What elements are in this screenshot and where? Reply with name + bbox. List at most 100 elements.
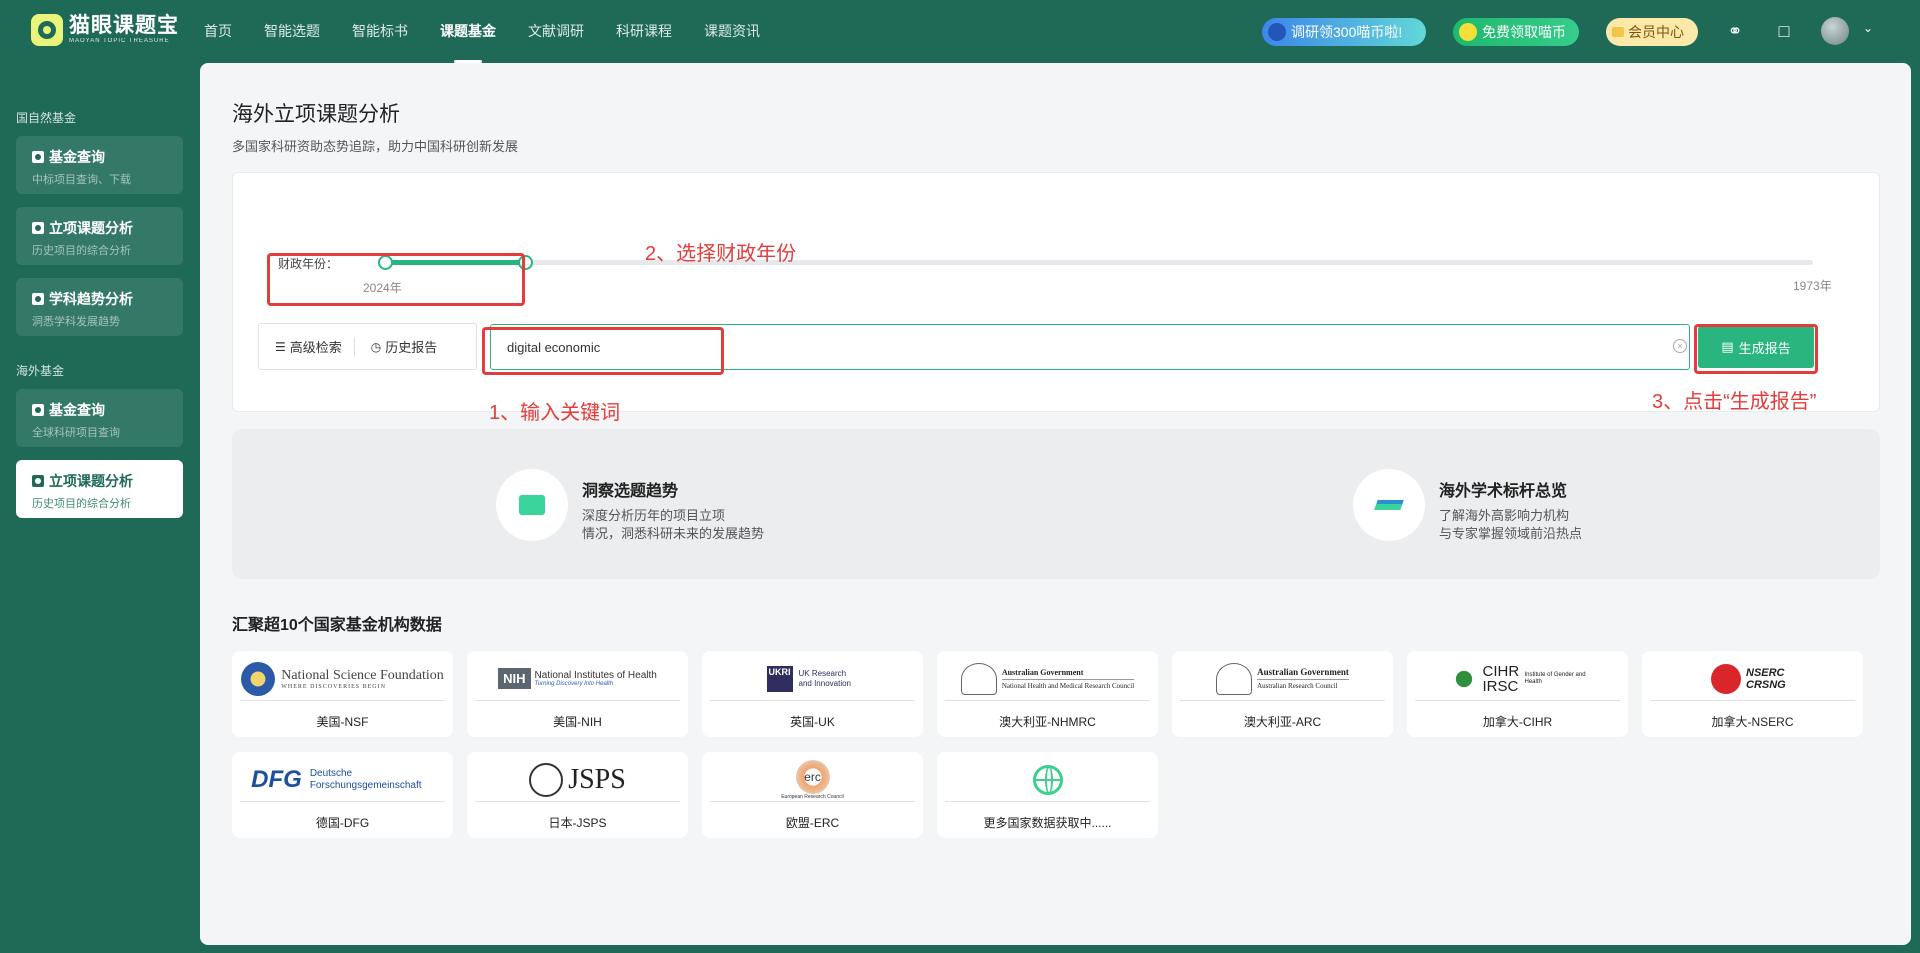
sidebar-group-nsfc: 国自然基金 <box>16 111 77 125</box>
institution-card-arc[interactable]: Australian Government Australian Researc… <box>1172 651 1393 737</box>
coin-icon <box>1268 23 1286 41</box>
cihr-leaf-icon <box>1448 665 1479 692</box>
institution-card-nhmrc[interactable]: Australian Government National Health an… <box>937 651 1158 737</box>
institution-caption: 日本-JSPS <box>548 816 607 830</box>
clear-icon[interactable]: × <box>1673 339 1687 353</box>
institution-logo-sub: WHERE DISCOVERIES BEGIN <box>281 683 386 690</box>
institution-card-dfg[interactable]: DFG Deutsche Forschungsgemeinschaft 德国-D… <box>232 752 453 838</box>
institution-logo-sub: National Health and Medical Research Cou… <box>1001 678 1135 690</box>
presentation-chart-icon <box>496 469 568 541</box>
coat-of-arms-icon <box>960 662 997 695</box>
fiscal-year-slider-track[interactable] <box>385 260 1813 265</box>
sidebar-item-label: 立项课题分析 <box>49 473 133 489</box>
features-panel: 洞察选题趋势 深度分析历年的项目立项 情况，洞悉科研未来的发展趋势 海外学术标杆… <box>232 429 1880 579</box>
nav-literature-research[interactable]: 文献调研 <box>528 0 584 63</box>
logo-subtitle: MAOYAN TOPIC TREASURE <box>69 37 170 44</box>
institution-caption: 澳大利亚-NHMRC <box>999 715 1096 729</box>
sidebar-item-project-analysis-overseas[interactable]: 立项课题分析 历史项目的综合分析 <box>16 460 183 518</box>
free-coin-button[interactable]: 免费领取喵币 <box>1453 18 1579 46</box>
headset-icon[interactable]: ⚭ <box>1724 20 1746 42</box>
coin-icon <box>1459 23 1477 41</box>
institution-logo-text: NSERC CRSNG <box>1746 666 1786 691</box>
nav-topic-fund[interactable]: 课题基金 <box>440 0 496 63</box>
institution-logo-text: UK Research and Innovation <box>798 668 852 688</box>
institution-logo-text: National Institutes of Health <box>534 670 657 681</box>
main-panel: 海外立项课题分析 多国家科研资助态势追踪，助力中国科研创新发展 财政年份： 20… <box>200 63 1911 945</box>
nav-topic-news[interactable]: 课题资讯 <box>704 0 760 63</box>
top-navigation-bar: 猫眼课题宝 MAOYAN TOPIC TREASURE 首页 智能选题 智能标书… <box>0 0 1920 63</box>
nsf-logo <box>241 661 276 696</box>
app-logo[interactable]: 猫眼课题宝 MAOYAN TOPIC TREASURE <box>31 14 179 46</box>
search-icon <box>32 404 44 416</box>
institution-caption: 美国-NIH <box>553 715 602 729</box>
chart-icon <box>32 475 44 487</box>
sidebar-item-project-analysis-nsfc[interactable]: 立项课题分析 历史项目的综合分析 <box>16 207 183 265</box>
institution-caption: 欧盟-ERC <box>785 816 840 830</box>
sidebar-item-desc: 全球科研项目查询 <box>32 427 120 439</box>
sidebar-item-fund-query-overseas[interactable]: 基金查询 全球科研项目查询 <box>16 389 183 447</box>
chart-icon <box>32 222 44 234</box>
feature-title: 海外学术标杆总览 <box>1439 483 1568 500</box>
institution-caption: 加拿大-NSERC <box>1711 715 1794 729</box>
globe-icon <box>1032 764 1063 795</box>
institution-logo-text: National Science Foundation <box>281 667 444 683</box>
avatar[interactable] <box>1821 17 1849 45</box>
promo-label: 会员中心 <box>1628 24 1684 40</box>
advanced-search-button[interactable]: ☰ 高级检索 <box>259 324 342 369</box>
institution-card-ukri[interactable]: UKRI UK Research and Innovation 英国-UK <box>702 651 923 737</box>
cat-logo-icon <box>31 14 63 46</box>
sidebar-item-label: 学科趋势分析 <box>49 291 133 307</box>
institution-logo-text: JSPS <box>568 763 626 795</box>
nav-research-courses[interactable]: 科研课程 <box>616 0 672 63</box>
sidebar-item-fund-query-nsfc[interactable]: 基金查询 中标项目查询、下载 <box>16 136 183 194</box>
filter-list-icon: ☰ <box>275 339 286 354</box>
sidebar-item-label: 基金查询 <box>49 149 105 165</box>
annotation-box-keyword <box>482 327 724 375</box>
institution-caption: 德国-DFG <box>315 816 370 830</box>
member-center-button[interactable]: 会员中心 <box>1606 18 1698 46</box>
nih-logo: NIH <box>498 668 531 689</box>
search-icon <box>32 151 44 163</box>
institution-caption: 美国-NSF <box>316 715 369 729</box>
nav-smart-proposal[interactable]: 智能标书 <box>352 0 408 63</box>
nav-smart-topic[interactable]: 智能选题 <box>264 0 320 63</box>
promo-label: 免费领取喵币 <box>1482 24 1566 40</box>
sidebar-item-desc: 中标项目查询、下载 <box>32 174 131 186</box>
search-tools: ☰ 高级检索 ◷ 历史报告 <box>258 323 477 370</box>
fiscal-year-max-label: 1973年 <box>1793 279 1832 293</box>
sidebar-group-overseas: 海外基金 <box>16 364 65 378</box>
institution-logo-text: Australian Government <box>1001 667 1084 677</box>
nav-home[interactable]: 首页 <box>204 0 232 63</box>
institution-logo-text: erc <box>795 759 830 794</box>
institution-card-nsf[interactable]: National Science Foundation WHERE DISCOV… <box>232 651 453 737</box>
sidebar-item-subject-trend[interactable]: 学科趋势分析 洞悉学科发展趋势 <box>16 278 183 336</box>
page-title: 海外立项课题分析 <box>232 103 400 126</box>
logo-title: 猫眼课题宝 <box>69 13 179 37</box>
institution-card-more[interactable]: 更多国家数据获取中...... <box>937 752 1158 838</box>
sidebar-item-desc: 历史项目的综合分析 <box>32 245 131 257</box>
institution-card-cihr[interactable]: CIHR IRSC Institute of Gender and Health… <box>1407 651 1628 737</box>
institution-card-nserc[interactable]: NSERC CRSNG 加拿大-NSERC <box>1642 651 1863 737</box>
research-coin-promo-button[interactable]: 调研领300喵币啦! <box>1262 18 1426 46</box>
trend-icon <box>32 293 44 305</box>
annotation-step-2: 2、选择财政年份 <box>645 243 797 265</box>
sidebar-item-label: 立项课题分析 <box>49 220 133 236</box>
history-report-button[interactable]: ◷ 历史报告 <box>355 324 438 369</box>
annotation-box-generate <box>1694 324 1818 374</box>
feature-desc: 了解海外高影响力机构 与专家掌握领域前沿热点 <box>1439 508 1583 541</box>
institution-card-erc[interactable]: erc European Research Council 欧盟-ERC <box>702 752 923 838</box>
institution-logo-text: DFG <box>251 765 302 793</box>
institution-logo-sub: European Research Council <box>781 793 844 800</box>
institution-caption: 英国-UK <box>790 715 835 729</box>
institution-caption: 加拿大-CIHR <box>1482 715 1553 729</box>
jsps-seal-icon <box>529 762 564 797</box>
annotation-box-year <box>267 253 525 306</box>
institution-logo-text: CIHR IRSC <box>1482 662 1520 695</box>
page-subtitle: 多国家科研资助态势追踪，助力中国科研创新发展 <box>232 139 519 154</box>
message-icon[interactable]: □ <box>1773 20 1795 42</box>
annotation-step-1: 1、输入关键词 <box>489 402 621 424</box>
feature-title: 洞察选题趋势 <box>582 483 679 500</box>
institution-card-nih[interactable]: NIH National Institutes of Health Turnin… <box>467 651 688 737</box>
institution-card-jsps[interactable]: JSPS 日本-JSPS <box>467 752 688 838</box>
chevron-down-icon[interactable]: ⌄ <box>1863 21 1873 35</box>
